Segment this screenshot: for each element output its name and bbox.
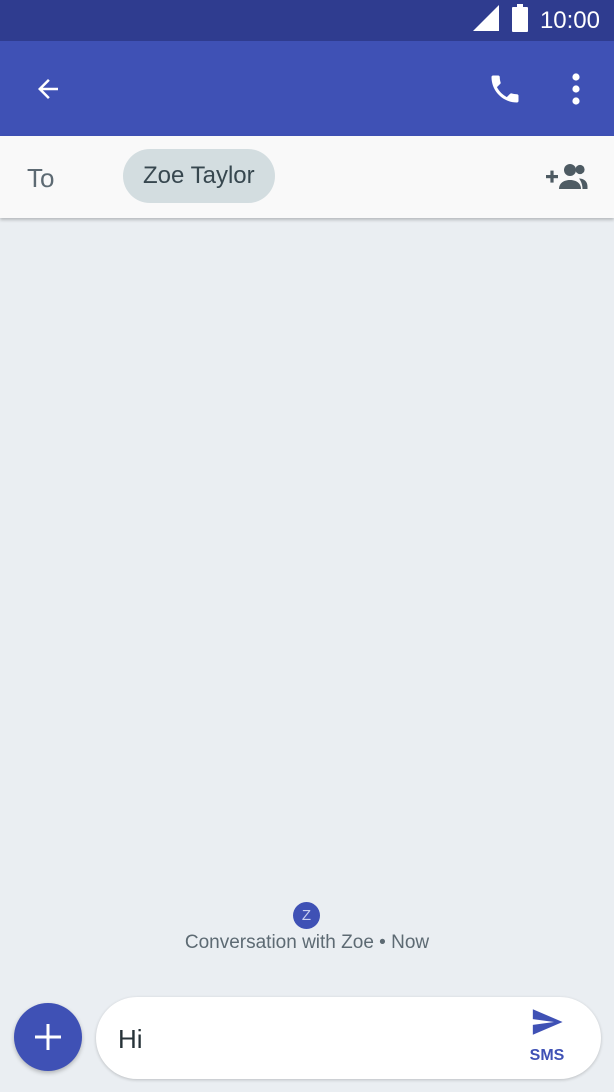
compose-box: SMS: [96, 997, 601, 1079]
back-button[interactable]: [20, 64, 76, 114]
message-input[interactable]: [116, 1019, 500, 1059]
contact-avatar: Z: [293, 902, 320, 929]
conversation-info: Conversation with Zoe • Now: [184, 932, 430, 953]
status-time: 10:00: [539, 6, 600, 34]
phone-icon: [491, 75, 519, 103]
send-button[interactable]: SMS: [523, 1005, 573, 1071]
add-recipient-button[interactable]: [540, 154, 592, 200]
arrow-back-icon: [38, 79, 58, 99]
plus-icon: [35, 1024, 61, 1050]
more-vert-icon: [572, 73, 580, 105]
send-icon: [532, 1009, 563, 1035]
recipient-chip-label: Zoe Taylor: [143, 162, 255, 189]
attach-button[interactable]: [14, 1003, 82, 1071]
status-bar: 10:00: [0, 0, 614, 41]
avatar-letter: Z: [301, 907, 312, 924]
send-label: SMS: [529, 1047, 565, 1064]
recipient-bar: To Zoe Taylor: [0, 136, 614, 218]
signal-icon: [472, 4, 500, 37]
overflow-menu-button[interactable]: [556, 64, 596, 114]
call-button[interactable]: [478, 64, 532, 114]
app-bar: [0, 41, 614, 136]
recipient-chip[interactable]: Zoe Taylor: [123, 149, 275, 203]
battery-icon: [511, 4, 528, 37]
to-label: To: [27, 163, 55, 193]
add-person-icon: [546, 164, 588, 189]
